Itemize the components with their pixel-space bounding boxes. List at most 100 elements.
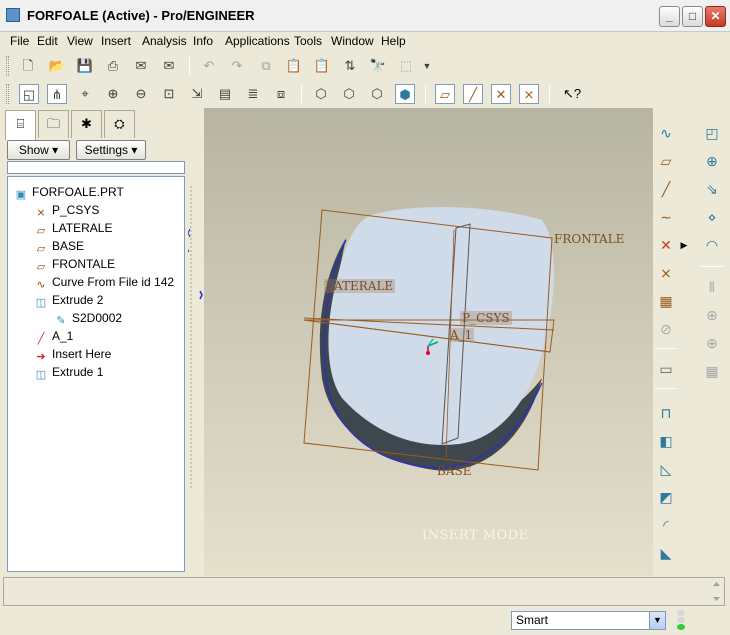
menu-edit[interactable]: Edit [37,34,58,48]
folder-browser-tab-icon[interactable]: 🗀 [38,110,69,138]
tree-node[interactable]: ╱ A_1 [34,329,74,345]
show-button[interactable]: Show ▾ [7,140,70,160]
datum-axes-toggle-icon[interactable]: ╱ [463,84,483,104]
datum-point-flyout-icon[interactable]: ▶ [679,234,689,256]
view-manager-icon[interactable]: ⧈ [271,84,291,104]
datum-planes-toggle-icon[interactable]: ▱ [435,84,455,104]
label-a1[interactable]: A_1 [448,328,475,342]
regenerate-icon[interactable]: ⇅ [340,56,360,76]
menu-help[interactable]: Help [381,34,406,48]
tree-node[interactable]: ➔ Insert Here [34,347,111,363]
selection-dropdown-icon[interactable]: ▼ [420,56,434,76]
toolbar-grip[interactable] [6,56,9,76]
model-view[interactable] [204,108,653,576]
draft-tool-icon[interactable]: ◺ [655,458,677,480]
tree-node[interactable]: ▱ FRONTALE [34,257,115,273]
splitter-arrows[interactable] [188,108,204,574]
open-folder-icon[interactable]: 📂 [47,56,67,76]
settings-button[interactable]: Settings ▾ [76,140,146,160]
extrude-tool-icon[interactable]: ◰ [701,122,723,144]
email-icon[interactable]: ✉ [131,56,151,76]
datum-point-tool-icon[interactable]: ✕ [655,234,677,256]
menu-file[interactable]: File [10,34,29,48]
tree-node[interactable]: ⨯ P_CSYS [34,203,99,219]
menu-applications[interactable]: Applications [225,34,290,48]
datum-points-toggle-icon[interactable]: ✕ [491,84,511,104]
paste-icon[interactable]: 📋 [284,56,304,76]
undo-icon[interactable]: ↶ [199,56,219,76]
datum-plane-tool-icon[interactable]: ▱ [655,150,677,172]
tree-filter-input[interactable] [7,161,185,174]
close-button[interactable]: ✕ [705,6,726,27]
tree-node[interactable]: ▱ BASE [34,239,84,255]
menu-analysis[interactable]: Analysis [142,34,187,48]
repaint-icon[interactable]: ◱ [19,84,39,104]
chamfer-tool-icon[interactable]: ◜ [655,514,677,536]
menu-info[interactable]: Info [193,34,213,48]
csys-toggle-icon[interactable]: ⨯ [519,84,539,104]
mirror-tool-icon[interactable]: ⫴ [701,276,723,298]
tree-node[interactable]: ∿ Curve From File id 142 [34,275,174,291]
revolve-tool-icon[interactable]: ⊕ [701,150,723,172]
merge-tool-icon[interactable]: ⊕ [701,304,723,326]
no-hidden-icon[interactable]: ⬡ [367,84,387,104]
tree-node[interactable]: ✎ S2D0002 [54,311,122,327]
menu-view[interactable]: View [67,34,93,48]
analysis-tool-icon[interactable]: ▦ [655,290,677,312]
shell-tool-icon[interactable]: ⊓ [655,402,677,424]
pattern-tool-icon[interactable]: ▦ [701,360,723,382]
trim-tool-icon[interactable]: ⊕ [701,332,723,354]
model-tree[interactable]: ▣ FORFOALE.PRT ⨯ P_CSYS ▱ LATERALE ▱ BASE ▱ FRONT… [7,176,185,572]
zoom-in-icon[interactable]: ⊕ [103,84,123,104]
layers-icon[interactable]: ≣ [243,84,263,104]
menu-window[interactable]: Window [331,34,374,48]
sweep-tool-icon[interactable]: ⇘ [701,178,723,200]
tree-node[interactable]: ▱ LATERALE [34,221,113,237]
tree-node[interactable]: ◫ Extrude 1 [34,365,104,381]
model-tree-tab-icon[interactable]: ⌸ [5,110,36,140]
refit-icon[interactable]: ⊡ [159,84,179,104]
datum-axis-tool-icon[interactable]: ╱ [655,178,677,200]
sketch-text-tool-icon[interactable]: ▭ [655,358,677,380]
round-tool-icon[interactable]: ◩ [655,486,677,508]
redo-icon[interactable]: ↷ [227,56,247,76]
sketch-tool-icon[interactable]: ∿ [655,122,677,144]
menu-tools[interactable]: Tools [294,34,322,48]
copy-icon[interactable]: ⧉ [256,56,276,76]
save-icon[interactable]: 💾 [75,56,95,76]
rib-tool-icon[interactable]: ◧ [655,430,677,452]
toolbar-grip[interactable] [6,84,9,104]
zoom-out-icon[interactable]: ⊖ [131,84,151,104]
selection-box-icon[interactable]: ⬚ [396,56,416,76]
selection-filter-select[interactable]: Smart ▼ [511,611,666,630]
panel-splitter[interactable] [188,108,204,574]
csys-tool-icon[interactable]: ⨯ [655,262,677,284]
print-icon[interactable]: ⎙ [103,56,123,76]
chevron-down-icon[interactable]: ▼ [649,612,665,629]
label-p-csys[interactable]: P_CSYS [460,311,512,325]
auto-round-tool-icon[interactable]: ◣ [655,542,677,564]
tree-node[interactable]: ▣ FORFOALE.PRT [14,185,124,201]
paste-special-icon[interactable]: 📋 [312,56,332,76]
menu-insert[interactable]: Insert [101,34,131,48]
tree-node[interactable]: ◫ Extrude 2 [34,293,104,309]
label-laterale[interactable]: LATERALE [324,279,396,293]
reorient-icon[interactable]: ⇲ [187,84,207,104]
label-base[interactable]: BASE [437,464,471,478]
wireframe-icon[interactable]: ⬡ [311,84,331,104]
orient-mode-icon[interactable]: ⌖ [75,84,95,104]
minimize-button[interactable]: _ [659,6,680,27]
favorites-tab-icon[interactable]: ✱ [71,110,102,138]
context-help-icon[interactable]: ↖? [562,84,582,104]
maximize-button[interactable]: □ [682,6,703,27]
graphics-window[interactable]: FRONTALE LATERALE P_CSYS A_1 BASE INSERT… [204,108,653,576]
hole-tool-icon[interactable]: ⊘ [655,318,677,340]
datum-curve-tool-icon[interactable]: ∼ [655,206,677,228]
message-scroll[interactable] [708,578,725,605]
find-icon[interactable]: 🔭 [368,56,388,76]
label-frontale[interactable]: FRONTALE [554,232,624,246]
hidden-line-icon[interactable]: ⬡ [339,84,359,104]
history-tab-icon[interactable]: ⛭ [104,110,135,138]
shading-icon[interactable]: ⬢ [395,84,415,104]
blend-tool-icon[interactable]: ⋄ [701,206,723,228]
